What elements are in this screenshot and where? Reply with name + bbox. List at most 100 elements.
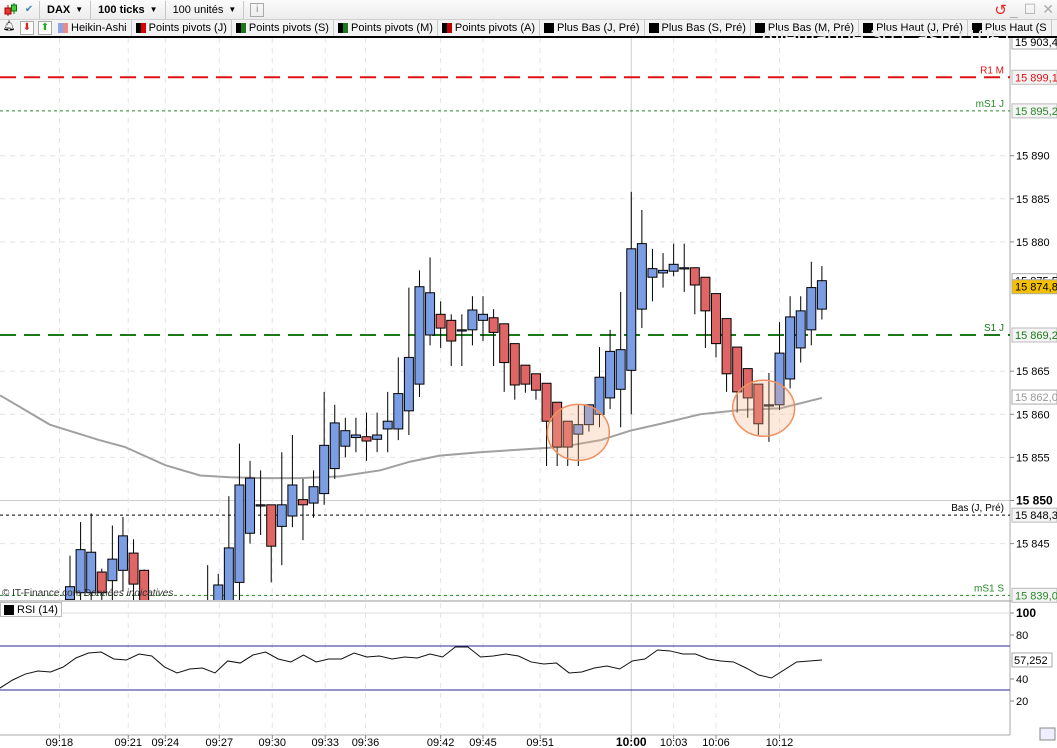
candle: [86, 551, 97, 594]
symbol-dropdown[interactable]: DAX ▼: [43, 1, 87, 19]
highlight-circle: [731, 379, 796, 438]
rsi-legend[interactable]: RSI (14): [0, 602, 62, 617]
candle: [117, 535, 128, 571]
level-label: Bas (J, Pré): [951, 503, 1004, 514]
minimize-icon[interactable]: _: [1010, 2, 1018, 18]
candle: [297, 499, 308, 506]
price-marker-label: 15 903,4: [1015, 38, 1057, 49]
x-tick-label: 09:21: [114, 737, 142, 748]
legend-item[interactable]: Plus Bas (J, Pré): [540, 20, 645, 36]
credit-note: Données indicatives: [83, 588, 174, 599]
candle: [414, 286, 425, 385]
level-value-label: 15 895,2: [1015, 106, 1057, 118]
candle: [245, 477, 256, 534]
level-label: mS1 S: [974, 583, 1004, 594]
y-tick-label: 15 855: [1016, 452, 1050, 464]
legend-item[interactable]: Points pivots (M): [334, 20, 438, 36]
scroll-up-icon[interactable]: ⬆: [38, 21, 52, 35]
legend-label: Points pivots (S): [248, 22, 329, 34]
separator: [90, 0, 92, 19]
candle: [700, 276, 711, 312]
legend-item[interactable]: Heikin-Ashi: [54, 20, 132, 36]
price-chart[interactable]: 15 890 15 885 15 880 15 865 15 860 15 855 15 8…: [0, 38, 1057, 748]
legend-label: Plus Bas (S, Pré): [661, 22, 746, 34]
legend-item[interactable]: Points pivots (J): [132, 20, 232, 36]
scroll-down-icon[interactable]: ⬇: [20, 21, 34, 35]
candle: [488, 317, 499, 333]
candle: [626, 248, 637, 371]
x-tick-label: 09:36: [352, 737, 380, 748]
legend-swatch: [235, 23, 246, 33]
level-value-label: 15 848,3: [1015, 510, 1057, 522]
candle: [647, 268, 658, 278]
price-marker-label: 15 862,0: [1015, 392, 1057, 404]
chevron-down-icon: ▼: [75, 5, 84, 14]
candle: [107, 558, 118, 582]
candlestick-chart-icon[interactable]: [0, 2, 22, 18]
x-tick-label: 10:06: [702, 737, 730, 748]
y-tick-label: 15 845: [1016, 539, 1050, 551]
candle: [689, 267, 700, 286]
legend-swatch: [544, 23, 554, 33]
highlight-circle: [546, 403, 611, 462]
separator: [39, 0, 40, 19]
candle: [467, 309, 478, 331]
candle: [287, 484, 298, 517]
legend-item[interactable]: Plus Bas (S, Pré): [645, 20, 751, 36]
legend-swatch: [337, 23, 348, 33]
candle: [520, 364, 531, 385]
magnet-check-icon[interactable]: ✔: [22, 4, 36, 15]
rsi-value-label: 57,252: [1014, 655, 1048, 667]
candle: [361, 436, 372, 442]
candle: [276, 504, 287, 527]
level-value-label: 15 869,2: [1015, 330, 1057, 342]
candle: [721, 318, 732, 375]
separator: [164, 0, 166, 19]
candle: [785, 316, 796, 380]
info-icon[interactable]: i: [250, 2, 265, 17]
legend-item[interactable]: Points pivots (S): [232, 20, 334, 36]
candle: [710, 293, 721, 345]
candle: [203, 604, 212, 613]
symbol-label: DAX: [47, 3, 71, 16]
rsi-y-tick-label: 20: [1016, 696, 1028, 708]
rsi-y-tick-label: 40: [1016, 674, 1028, 686]
x-tick-label: 10:00: [616, 735, 647, 748]
candle: [435, 313, 446, 329]
level-label: S1 J: [984, 323, 1004, 334]
candle: [329, 422, 340, 470]
x-tick-label: 09:24: [152, 737, 180, 748]
expand-pane-button[interactable]: [1039, 727, 1056, 741]
x-tick-label: 10:03: [660, 737, 688, 748]
x-tick-label: 09:18: [46, 737, 74, 748]
candle: [509, 343, 520, 386]
candle: [605, 350, 616, 399]
units-dropdown[interactable]: 100 unités ▼: [169, 1, 241, 19]
legend-item[interactable]: Points pivots (A): [438, 20, 540, 36]
close-icon[interactable]: ✕: [1042, 1, 1054, 18]
maximize-icon[interactable]: ☐: [1024, 1, 1037, 18]
x-tick-label: 09:45: [469, 737, 497, 748]
candle: [223, 547, 234, 600]
alert-bell-icon[interactable]: 🔔︎: [2, 21, 16, 35]
level-label: R1 M: [980, 65, 1004, 76]
legend-label: Points pivots (J): [148, 22, 227, 34]
candle: [382, 420, 393, 430]
y-tick-label: 15 850: [1016, 494, 1053, 508]
candle: [806, 287, 817, 331]
interval-dropdown[interactable]: 100 ticks ▼: [94, 1, 161, 19]
candle: [319, 444, 330, 495]
x-tick-label: 09:27: [206, 737, 234, 748]
candle: [372, 434, 383, 440]
y-tick-label: 15 885: [1016, 194, 1050, 206]
credit-source: © IT-Finance.com: [2, 588, 82, 599]
candle: [636, 243, 647, 310]
candle: [75, 549, 86, 594]
candle: [456, 329, 467, 332]
candle: [446, 319, 457, 342]
price-marker-label: 15 874,8: [1015, 282, 1057, 294]
x-tick-label: 10:12: [766, 737, 794, 748]
refresh-icon[interactable]: ↺: [994, 1, 1007, 19]
x-tick-label: 09:30: [259, 737, 287, 748]
candle: [732, 346, 743, 393]
